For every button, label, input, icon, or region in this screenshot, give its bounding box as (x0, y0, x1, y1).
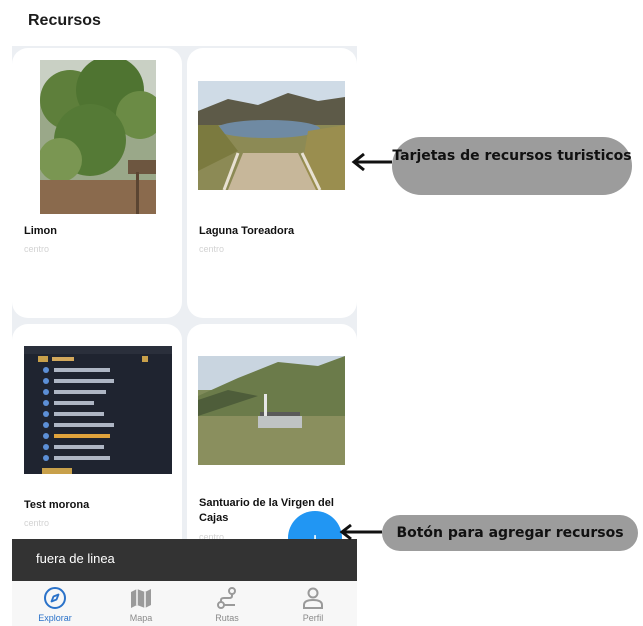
nav-item-mapa[interactable]: Mapa (98, 581, 184, 626)
nav-label: Rutas (215, 613, 239, 623)
card-subtitle: centro (199, 244, 225, 254)
annotation-callout-cards: Tarjetas de recursos turisticos (392, 137, 632, 195)
annotation-arrow-fab (339, 523, 382, 541)
resource-card-laguna-toreadora[interactable]: Laguna Toreadora centro (187, 48, 357, 318)
card-subtitle: centro (24, 518, 50, 528)
nav-label: Explorar (38, 613, 72, 623)
mountain-valley-photo (198, 356, 345, 465)
route-icon (217, 587, 236, 609)
card-title: Test morona (24, 499, 90, 511)
card-title: Laguna Toreadora (199, 225, 295, 237)
card-subtitle: centro (24, 244, 50, 254)
annotation-arrow-cards (351, 152, 392, 172)
code-editor-screenshot (24, 346, 172, 474)
plant-garden-photo (40, 60, 156, 214)
map-icon (131, 589, 151, 608)
page-title: Recursos (28, 12, 101, 29)
nav-label: Perfil (302, 613, 324, 623)
snackbar-text: fuera de linea (36, 551, 115, 566)
nav-item-perfil[interactable]: Perfil (270, 581, 356, 626)
nav-item-explorar[interactable]: Explorar (12, 581, 98, 626)
compass-icon (44, 587, 66, 609)
resource-card-test-morona[interactable]: Test morona centro (12, 324, 182, 541)
bottom-navigation: Explorar Mapa Rutas Perfil (12, 581, 357, 626)
offline-snackbar: fuera de linea (12, 539, 357, 581)
resource-card-limon[interactable]: Limon centro (12, 48, 182, 318)
nav-label: Mapa (129, 613, 153, 623)
nav-item-rutas[interactable]: Rutas (184, 581, 270, 626)
annotation-callout-fab: Botón para agregar recursos (382, 515, 638, 551)
card-title: Limon (24, 225, 57, 237)
resource-grid[interactable]: Limon centro Laguna Toreadora centro Tes… (12, 46, 357, 541)
lagoon-landscape-photo (198, 81, 345, 190)
person-icon (303, 587, 323, 609)
resource-card-santuario[interactable]: Santuario de la Virgen del Cajas centro (187, 324, 357, 541)
